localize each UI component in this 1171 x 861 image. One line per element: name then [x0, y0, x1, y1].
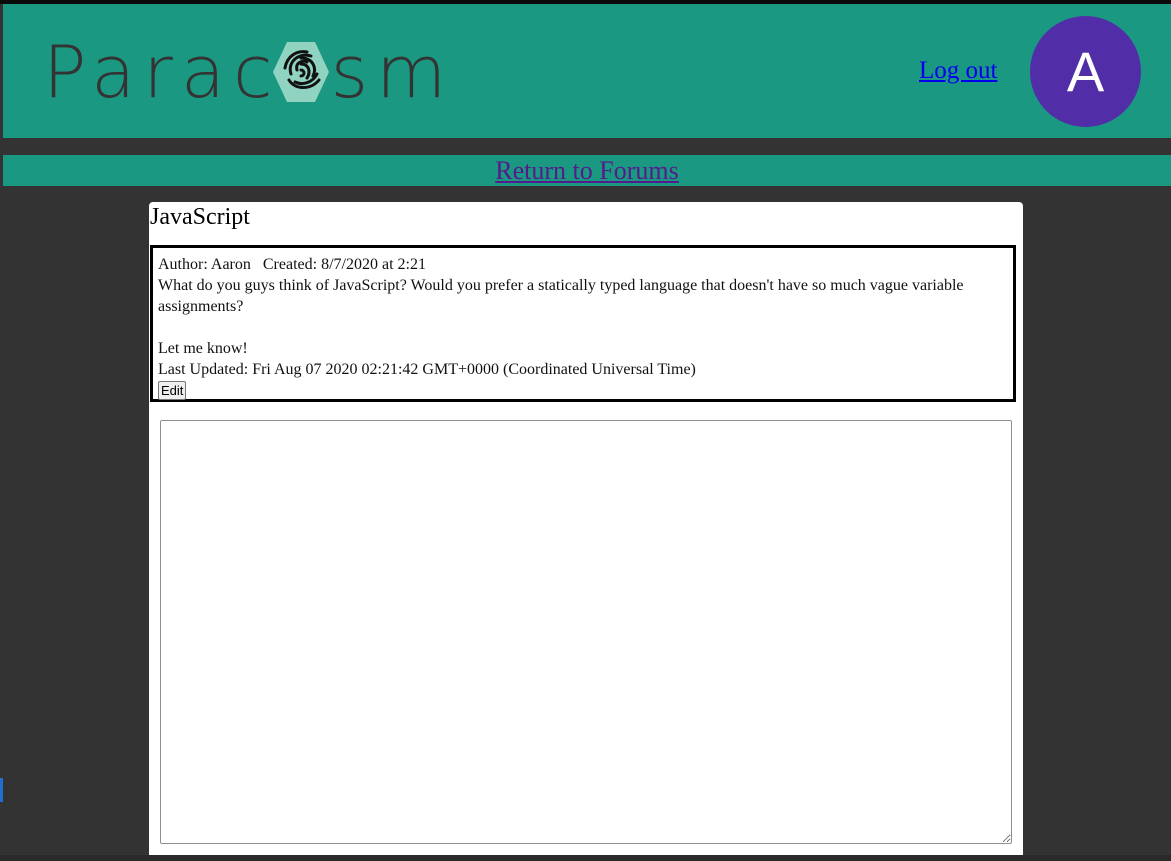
post-updated: Last Updated: Fri Aug 07 2020 02:21:42 G… [158, 361, 696, 378]
post-body-line: What do you guys think of JavaScript? Wo… [158, 277, 964, 315]
window-bottom-strip [0, 855, 1171, 861]
thread-card: JavaScript Author: Aaron Created: 8/7/20… [149, 202, 1023, 861]
paracosm-logo[interactable]: Parac sm [43, 34, 446, 110]
app-window: Parac sm Log out A Return to Forums Java… [0, 0, 1171, 861]
post-body: What do you guys think of JavaScript? Wo… [158, 275, 1013, 359]
return-nav-bar: Return to Forums [3, 155, 1171, 186]
user-avatar[interactable]: A [1030, 16, 1141, 127]
logout-link[interactable]: Log out [919, 57, 997, 85]
return-to-forums-link[interactable]: Return to Forums [495, 156, 678, 185]
post-meta: Author: Aaron Created: 8/7/2020 at 2:21 [158, 254, 1013, 275]
fingerprint-hexagon-icon [272, 42, 329, 102]
reply-textarea[interactable] [160, 420, 1012, 844]
avatar-initial: A [1066, 40, 1105, 103]
post-created: Created: 8/7/2020 at 2:21 [262, 256, 426, 273]
logo-text-left: Para [43, 30, 234, 114]
logo-text-right: sm [330, 30, 455, 114]
thread-title: JavaScript [150, 204, 250, 230]
edit-button[interactable]: Edit [158, 381, 187, 400]
site-header: Parac sm Log out A [3, 4, 1171, 138]
post-author: Author: Aaron [158, 256, 251, 273]
logo-wordmark: Parac sm [43, 30, 455, 114]
post-body-line: Let me know! [158, 340, 248, 357]
forum-post: Author: Aaron Created: 8/7/2020 at 2:21 … [150, 245, 1016, 402]
window-edge-accent [0, 778, 3, 802]
